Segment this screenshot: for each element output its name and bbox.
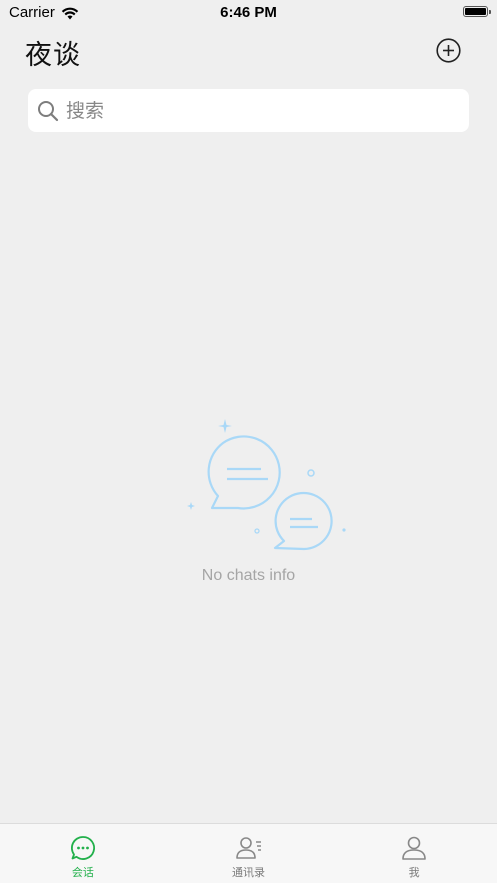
chat-bubbles-icon <box>187 419 346 551</box>
tab-label: 我 <box>408 866 420 879</box>
plus-circle-icon[interactable] <box>436 38 461 63</box>
search-icon <box>38 100 59 121</box>
status-time: 6:46 PM <box>220 4 277 21</box>
tab-conversations[interactable]: 会话 <box>0 824 166 883</box>
tab-contacts[interactable]: 通讯录 <box>166 824 332 883</box>
search-input[interactable] <box>64 98 448 123</box>
person-icon <box>402 836 426 860</box>
empty-state-message: No chats info <box>201 567 296 584</box>
battery-icon <box>463 6 491 17</box>
tab-bar: 会话 通讯录 我 <box>0 823 497 883</box>
status-bar: Carrier 6:46 PM <box>0 0 497 26</box>
contacts-icon <box>235 837 261 859</box>
tab-me[interactable]: 我 <box>331 824 497 883</box>
tab-label: 会话 <box>71 866 94 879</box>
tab-label: 通讯录 <box>232 866 265 879</box>
chat-bubble-icon <box>70 836 95 860</box>
search-bar[interactable] <box>28 89 469 132</box>
page-title: 夜谈 <box>25 40 81 71</box>
